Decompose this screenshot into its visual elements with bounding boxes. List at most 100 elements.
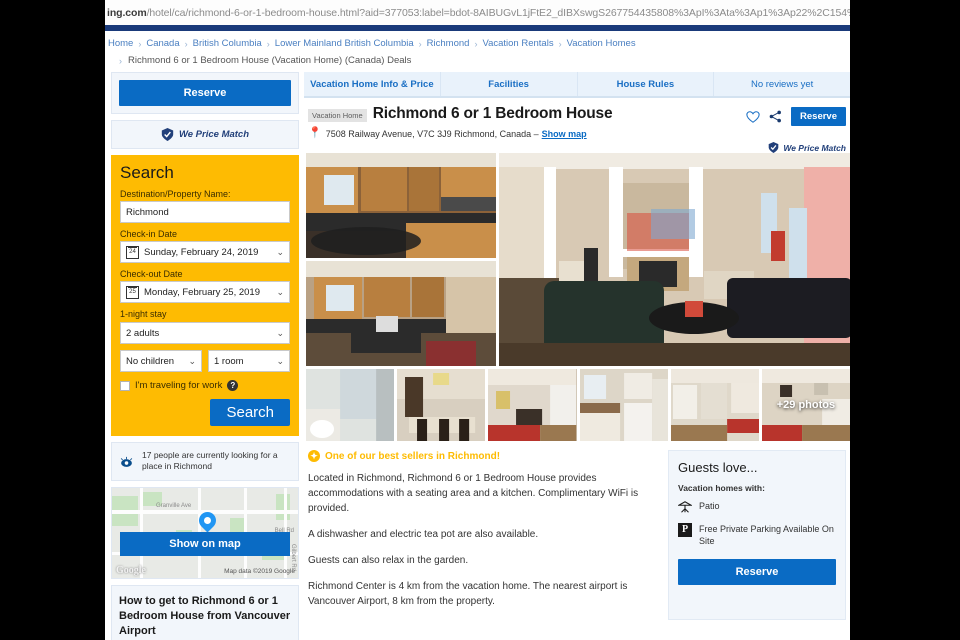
- bestseller-label: One of our best sellers in Richmond!: [325, 450, 501, 462]
- guests-love-panel: Guests love... Vacation homes with: Pati…: [668, 450, 846, 620]
- eye-icon: [120, 456, 133, 467]
- checkout-value: Monday, February 25, 2019: [144, 286, 261, 298]
- checkin-value: Sunday, February 24, 2019: [144, 246, 259, 258]
- map-street-label-3: Gilbert Rd: [290, 543, 296, 571]
- rooms-value: 1 room: [214, 355, 244, 367]
- breadcrumb-item-lower-mainland[interactable]: Lower Mainland British Columbia: [275, 38, 414, 49]
- description-paragraph: Located in Richmond, Richmond 6 or 1 Bed…: [308, 473, 639, 514]
- tab-house-rules[interactable]: House Rules: [578, 72, 715, 96]
- calendar-icon: 24: [126, 245, 139, 259]
- guests-love-item-parking: P Free Private Parking Available On Site: [678, 523, 836, 547]
- map-preview[interactable]: Granville Ave Bell Rd Gilbert Rd Show on…: [111, 486, 299, 579]
- sidebar-reserve-card: Reserve: [111, 72, 299, 114]
- screenshot-stage: ing.com/hotel/ca/richmond-6-or-1-bedroom…: [0, 0, 960, 640]
- viewers-text: 17 people are currently looking for a pl…: [142, 450, 278, 472]
- sidebar-price-match-card: We Price Match: [111, 120, 299, 149]
- rooms-select[interactable]: 1 room ⌄: [208, 350, 290, 372]
- property-title-row: Vacation Home Richmond 6 or 1 Bedroom Ho…: [304, 98, 850, 128]
- traveling-for-work-checkbox[interactable]: [120, 380, 130, 391]
- photo-gallery: +29 photos: [304, 153, 850, 441]
- adults-value: 2 adults: [126, 327, 160, 339]
- price-match-label: We Price Match: [178, 129, 250, 140]
- gallery-thumb-open-plan[interactable]: [670, 369, 759, 441]
- show-on-map-button[interactable]: Show on map: [120, 531, 290, 556]
- search-button[interactable]: Search: [210, 399, 290, 426]
- occupancy-row: No children ⌄ 1 room ⌄: [120, 350, 290, 378]
- breadcrumb-item-vacation-homes[interactable]: Vacation Homes: [567, 38, 636, 49]
- patio-icon: [678, 501, 692, 513]
- breadcrumb-item-richmond[interactable]: Richmond: [427, 38, 470, 49]
- children-value: No children: [126, 355, 175, 367]
- browser-page: ing.com/hotel/ca/richmond-6-or-1-bedroom…: [105, 0, 850, 640]
- checkin-date-select[interactable]: 24 Sunday, February 24, 2019 ⌄: [120, 241, 290, 263]
- property-type-badge: Vacation Home: [308, 109, 367, 122]
- checkout-date-select[interactable]: 25 Monday, February 25, 2019 ⌄: [120, 281, 290, 303]
- property-address: 7508 Railway Avenue, V7C 3J9 Richmond, C…: [325, 128, 539, 139]
- tab-no-reviews-yet[interactable]: No reviews yet: [714, 72, 850, 96]
- share-icon[interactable]: [769, 110, 782, 123]
- traveling-for-work-label: I'm traveling for work: [135, 380, 223, 391]
- how-to-get-there-title[interactable]: How to get to Richmond 6 or 1 Bedroom Ho…: [111, 584, 299, 640]
- search-panel: Search Destination/Property Name: Richmo…: [111, 155, 299, 436]
- gallery-thumb-more-photos[interactable]: +29 photos: [761, 369, 850, 441]
- traveling-for-work-row[interactable]: I'm traveling for work ?: [120, 380, 290, 391]
- gallery-thumb-dining-room[interactable]: [397, 369, 486, 441]
- tab-vacation-home-info-price[interactable]: Vacation Home Info & Price: [304, 72, 441, 96]
- description-paragraph: A dishwasher and electric tea pot are al…: [308, 529, 539, 540]
- gallery-photo-kitchen-1[interactable]: [306, 153, 496, 258]
- breadcrumb-separator-icon: ›: [558, 38, 562, 49]
- destination-value: Richmond: [126, 206, 169, 218]
- breadcrumb-item-british-columbia[interactable]: British Columbia: [193, 38, 262, 49]
- url-text: ing.com/hotel/ca/richmond-6-or-1-bedroom…: [107, 7, 850, 19]
- breadcrumb-item-home[interactable]: Home: [108, 38, 133, 49]
- gallery-photo-living-room-main[interactable]: [499, 153, 850, 366]
- breadcrumb-separator-icon: ›: [418, 38, 422, 49]
- breadcrumb-separator-icon: ›: [184, 38, 188, 49]
- chevron-down-icon: ⌄: [276, 355, 284, 366]
- bestseller-badge: One of our best sellers in Richmond!: [308, 450, 660, 462]
- price-match-row: We Price Match: [112, 121, 298, 148]
- gallery-thumb-bathroom[interactable]: [306, 369, 395, 441]
- checkout-label: Check-out Date: [120, 269, 183, 279]
- lower-section: One of our best sellers in Richmond! Loc…: [304, 441, 850, 620]
- description-paragraph: Richmond Center is 4 km from the vacatio…: [308, 581, 628, 607]
- sidebar-reserve-button[interactable]: Reserve: [119, 80, 291, 106]
- destination-label: Destination/Property Name:: [120, 189, 231, 199]
- browser-url-bar[interactable]: ing.com/hotel/ca/richmond-6-or-1-bedroom…: [105, 0, 850, 25]
- gallery-thumb-kitchen-3[interactable]: [579, 369, 668, 441]
- tab-facilities[interactable]: Facilities: [441, 72, 578, 96]
- adults-select[interactable]: 2 adults ⌄: [120, 322, 290, 344]
- destination-input[interactable]: Richmond: [120, 201, 290, 223]
- price-match-shield-icon: [161, 128, 174, 141]
- chevron-down-icon: ⌄: [276, 327, 284, 338]
- url-domain: ing.com: [107, 6, 147, 19]
- search-button-wrap: Search: [120, 399, 290, 426]
- show-map-link[interactable]: Show map: [542, 129, 587, 139]
- search-panel-title: Search: [120, 163, 174, 182]
- breadcrumb-item-canada[interactable]: Canada: [146, 38, 179, 49]
- calendar-icon: 25: [126, 285, 139, 299]
- breadcrumb: Home › Canada › British Columbia › Lower…: [105, 31, 850, 51]
- help-icon[interactable]: ?: [227, 380, 239, 391]
- star-icon: [308, 450, 320, 462]
- header-reserve-button[interactable]: Reserve: [791, 107, 846, 126]
- url-path: /hotel/ca/richmond-6-or-1-bedroom-house.…: [146, 6, 850, 19]
- parking-icon: P: [678, 523, 692, 537]
- breadcrumb-item-vacation-rentals[interactable]: Vacation Rentals: [482, 38, 553, 49]
- breadcrumb-separator-icon: ›: [474, 38, 478, 49]
- guests-love-item-label: Patio: [699, 501, 720, 511]
- gallery-photo-kitchen-2[interactable]: [306, 261, 496, 366]
- main-content: Vacation Home Info & Price Facilities Ho…: [304, 72, 850, 640]
- map-attribution: Map data ©2019 Google: [224, 567, 295, 575]
- guests-love-reserve-button[interactable]: Reserve: [678, 559, 836, 586]
- gallery-thumb-living-area[interactable]: [488, 369, 577, 441]
- breadcrumb-separator-icon: ›: [138, 38, 142, 49]
- more-photos-label: +29 photos: [776, 399, 836, 411]
- guests-love-subtitle: Vacation homes with:: [678, 483, 765, 493]
- children-select[interactable]: No children ⌄: [120, 350, 202, 372]
- header-price-match: We Price Match: [304, 142, 850, 153]
- property-tabs: Vacation Home Info & Price Facilities Ho…: [304, 72, 850, 98]
- breadcrumb-separator-icon: ›: [266, 38, 270, 49]
- property-description: One of our best sellers in Richmond! Loc…: [308, 450, 660, 620]
- heart-icon[interactable]: [746, 110, 760, 124]
